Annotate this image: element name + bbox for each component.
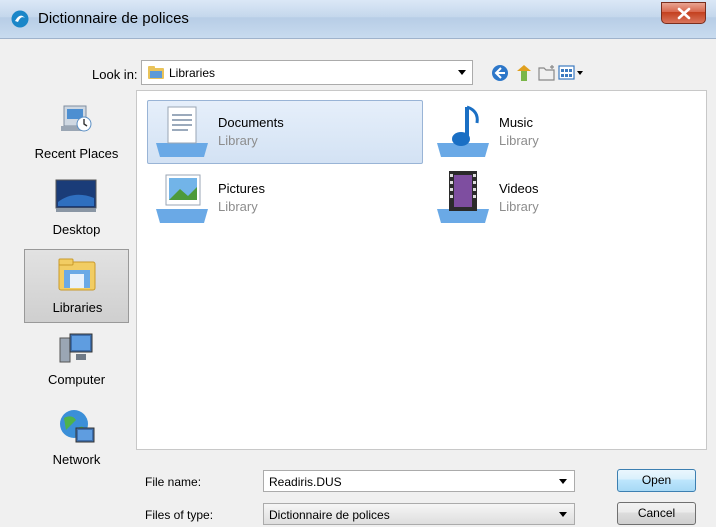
file-name: Documents — [218, 115, 284, 130]
file-type: Library — [499, 133, 539, 148]
documents-library-icon — [156, 106, 208, 157]
place-computer[interactable]: Computer — [24, 328, 129, 402]
window-title: Dictionnaire de polices — [38, 10, 189, 27]
view-menu-icon[interactable] — [558, 63, 584, 83]
look-in-label: Look in: — [92, 67, 138, 82]
file-name: Music — [499, 115, 533, 130]
place-label: Desktop — [52, 222, 101, 237]
app-icon — [11, 10, 29, 28]
new-folder-icon[interactable] — [537, 63, 557, 83]
file-type: Library — [499, 199, 539, 214]
file-type-label: Files of type: — [145, 508, 214, 522]
recent-places-icon — [61, 105, 92, 132]
file-name-label: File name: — [145, 475, 202, 489]
place-label: Recent Places — [34, 146, 119, 161]
place-libraries[interactable]: Libraries — [24, 249, 129, 323]
chevron-down-icon[interactable] — [458, 70, 466, 75]
back-icon[interactable] — [490, 63, 510, 83]
network-icon — [60, 410, 95, 443]
libraries-folder-icon — [148, 66, 164, 79]
title-bar: Dictionnaire de polices — [0, 0, 716, 39]
file-name: Videos — [499, 181, 539, 196]
place-recent-places[interactable]: Recent Places — [24, 98, 129, 172]
place-desktop[interactable]: Desktop — [24, 176, 129, 250]
close-button[interactable] — [661, 2, 706, 24]
file-type: Library — [218, 199, 258, 214]
place-label: Network — [52, 452, 101, 467]
file-list: Documents Library Music Library Pictures… — [136, 90, 707, 450]
videos-library-icon — [437, 171, 489, 223]
place-label: Computer — [47, 372, 106, 387]
computer-icon — [59, 333, 93, 363]
file-type: Library — [218, 133, 258, 148]
close-icon — [677, 7, 691, 20]
pictures-library-icon — [156, 174, 208, 223]
file-name: Pictures — [218, 181, 265, 196]
up-folder-icon[interactable] — [514, 63, 534, 83]
file-type-value: Dictionnaire de polices — [269, 508, 390, 522]
place-network[interactable]: Network — [24, 406, 129, 480]
file-name-input[interactable]: Readiris.DUS — [263, 470, 575, 492]
file-name-value: Readiris.DUS — [269, 475, 342, 489]
places-bar: Recent Places Desktop Libraries Computer… — [19, 90, 132, 515]
file-item-pictures[interactable]: Pictures Library — [147, 166, 423, 230]
open-file-dialog: Dictionnaire de polices Look in: Librari… — [0, 0, 716, 527]
chevron-down-icon[interactable] — [559, 512, 567, 517]
libraries-icon — [58, 258, 96, 291]
file-type-dropdown[interactable]: Dictionnaire de polices — [263, 503, 575, 525]
desktop-icon — [55, 179, 97, 212]
open-button[interactable]: Open — [617, 469, 696, 492]
file-item-videos[interactable]: Videos Library — [428, 166, 704, 230]
cancel-button[interactable]: Cancel — [617, 502, 696, 525]
music-library-icon — [437, 105, 489, 157]
look-in-dropdown[interactable]: Libraries — [141, 60, 473, 85]
file-item-music[interactable]: Music Library — [428, 100, 704, 164]
look-in-value: Libraries — [169, 66, 216, 80]
place-label: Libraries — [52, 300, 103, 315]
file-item-documents[interactable]: Documents Library — [147, 100, 423, 164]
chevron-down-icon[interactable] — [559, 479, 567, 484]
